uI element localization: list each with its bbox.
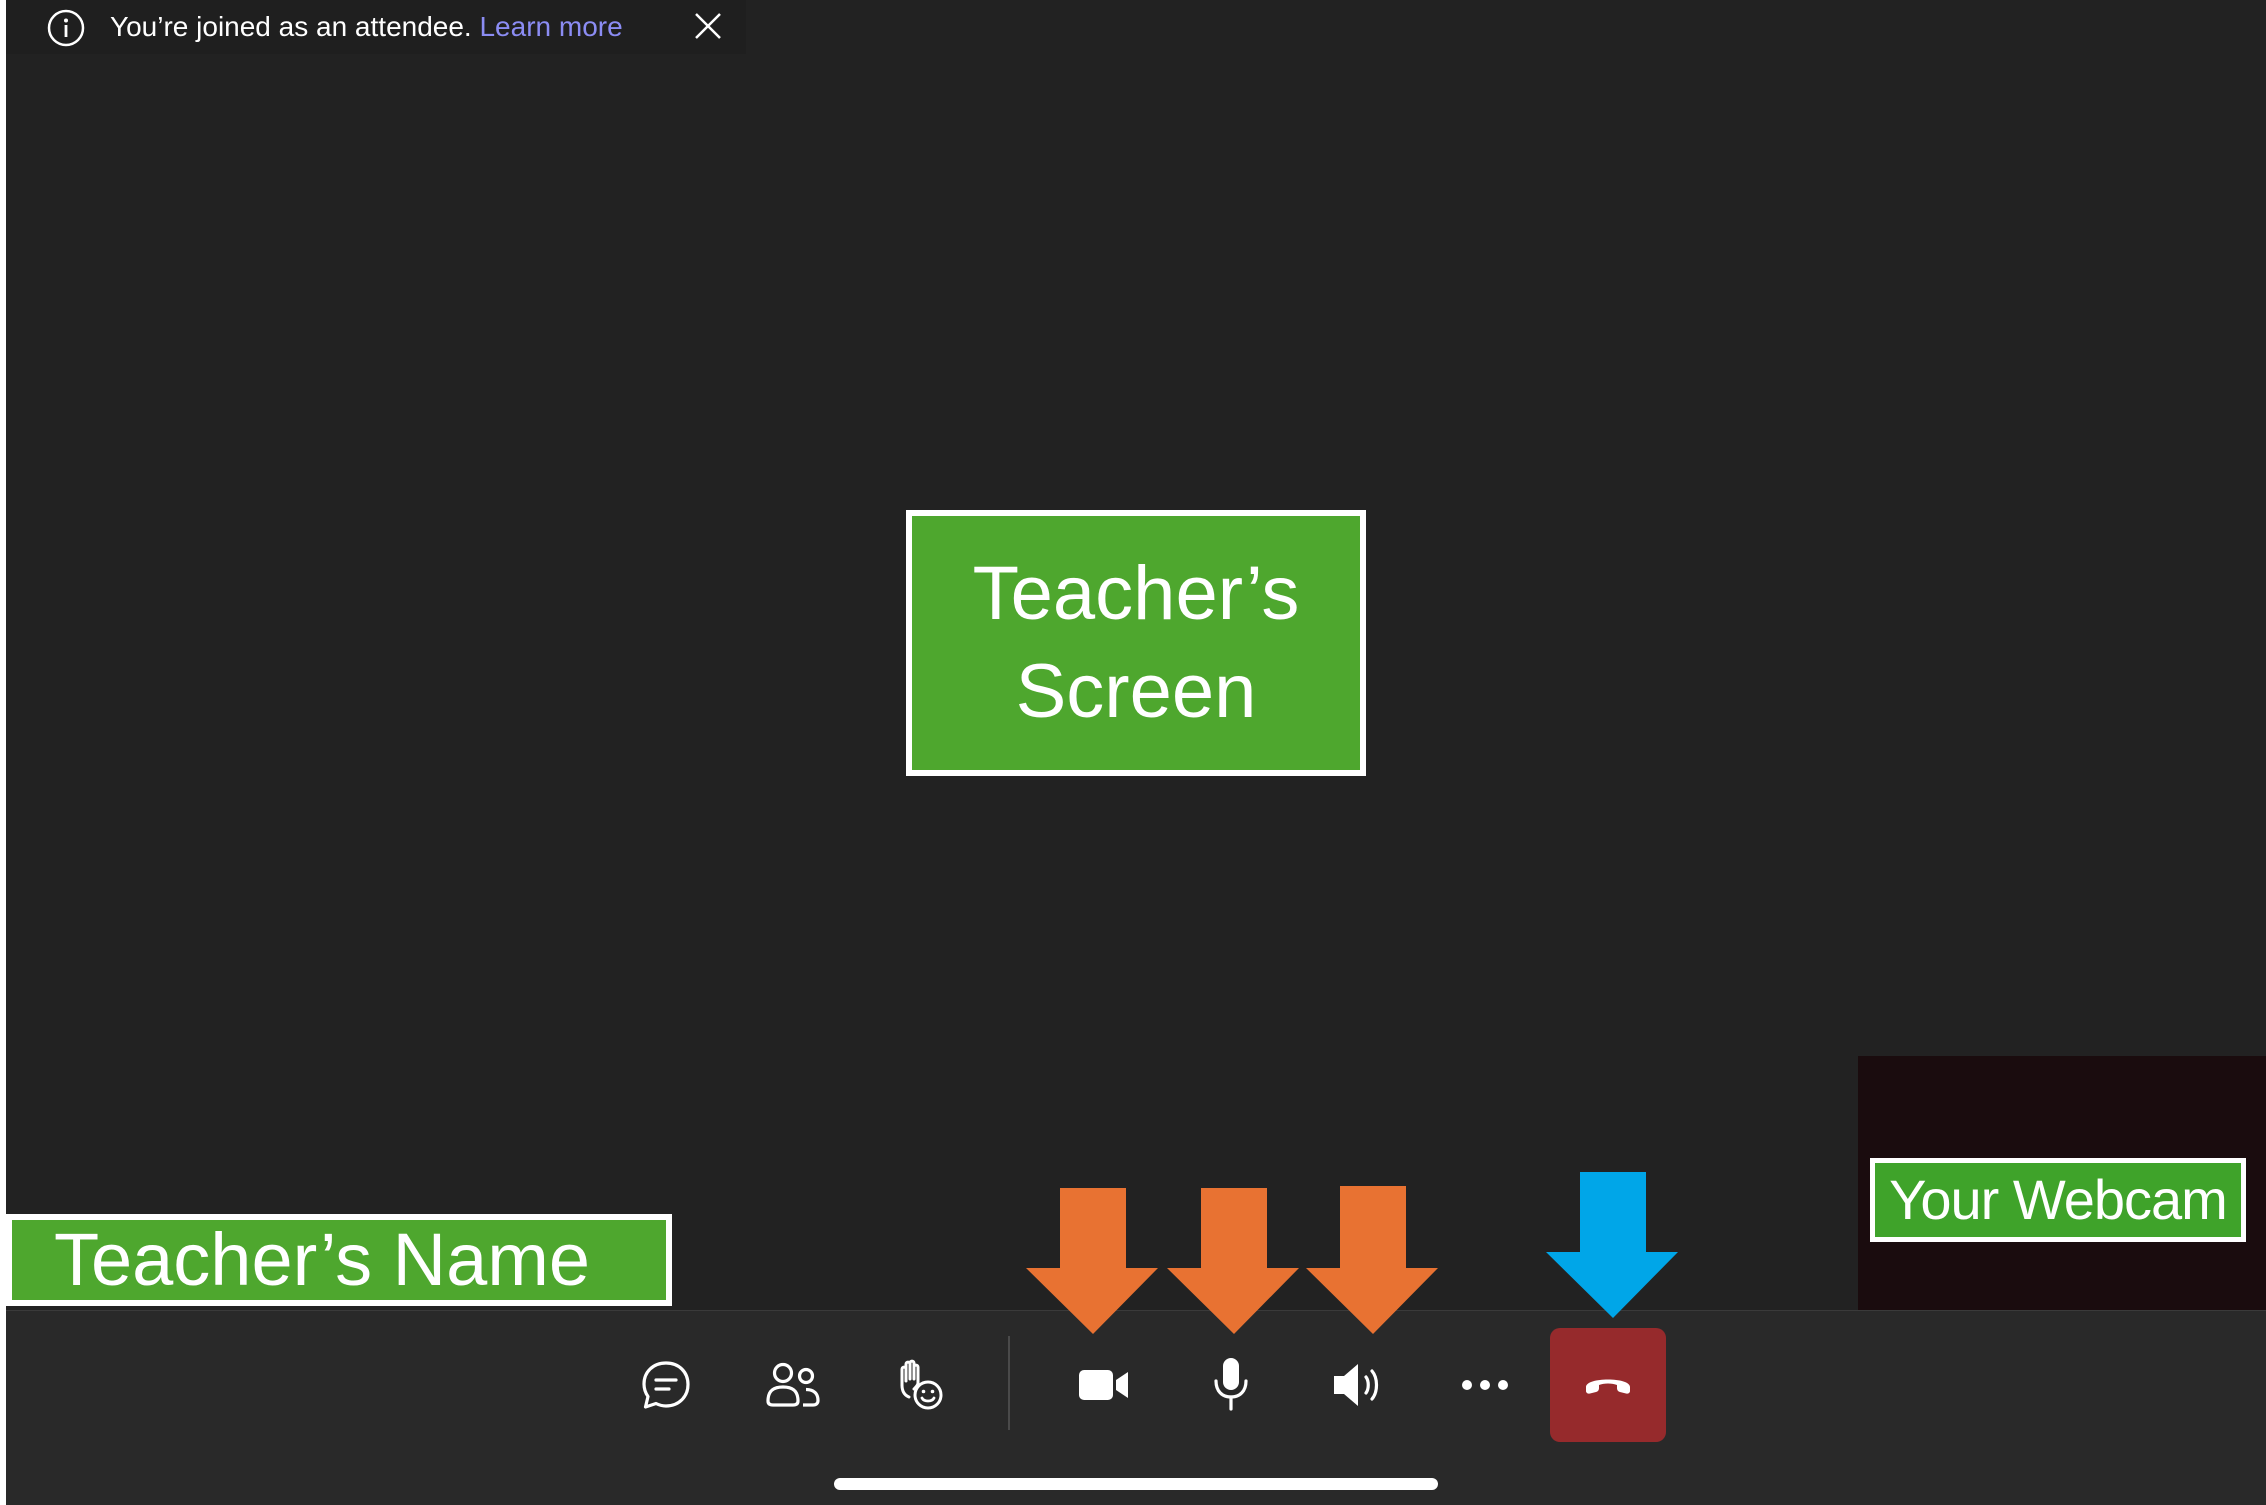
participants-button[interactable] <box>748 1340 838 1430</box>
hang-up-icon <box>1586 1379 1630 1394</box>
microphone-icon <box>1214 1358 1248 1411</box>
teacher-name-label: Teacher’s Name <box>6 1214 672 1306</box>
screen-label-line2: Screen <box>1015 649 1257 734</box>
banner-message: You’re joined as an attendee. Learn more <box>110 8 623 46</box>
blue-arrow-icon <box>1546 1172 1678 1318</box>
banner-text: You’re joined as an attendee. <box>110 11 472 42</box>
screen-label-line1: Teacher’s <box>972 551 1300 636</box>
camera-button[interactable] <box>1059 1340 1149 1430</box>
microphone-button[interactable] <box>1186 1340 1276 1430</box>
speaker-icon <box>1334 1364 1379 1406</box>
raise-hand-icon <box>900 1359 943 1410</box>
teacher-screen-label: Teacher’s Screen <box>906 510 1366 776</box>
webcam-label: Your Webcam <box>1870 1158 2246 1242</box>
leave-call-button[interactable] <box>1550 1328 1666 1442</box>
orange-arrow-icon <box>1306 1186 1438 1334</box>
reactions-button[interactable] <box>875 1340 965 1430</box>
orange-arrow-icon <box>1167 1188 1299 1334</box>
video-camera-icon <box>1079 1370 1128 1400</box>
speaker-button[interactable] <box>1313 1340 1403 1430</box>
close-icon[interactable] <box>690 8 726 44</box>
meeting-stage: You’re joined as an attendee. Learn more… <box>6 0 2266 1505</box>
toolbar-divider <box>1008 1336 1010 1430</box>
people-icon <box>766 1362 820 1407</box>
attendee-notification-banner: You’re joined as an attendee. Learn more <box>6 0 746 54</box>
chat-icon <box>642 1361 690 1409</box>
more-options-button[interactable] <box>1440 1340 1530 1430</box>
learn-more-link[interactable]: Learn more <box>479 11 622 42</box>
info-icon <box>47 9 85 47</box>
orange-arrow-icon <box>1026 1188 1158 1334</box>
self-view-webcam[interactable]: Your Webcam <box>1858 1056 2266 1320</box>
home-indicator <box>834 1478 1438 1490</box>
chat-button[interactable] <box>621 1340 711 1430</box>
more-icon <box>1462 1380 1508 1390</box>
